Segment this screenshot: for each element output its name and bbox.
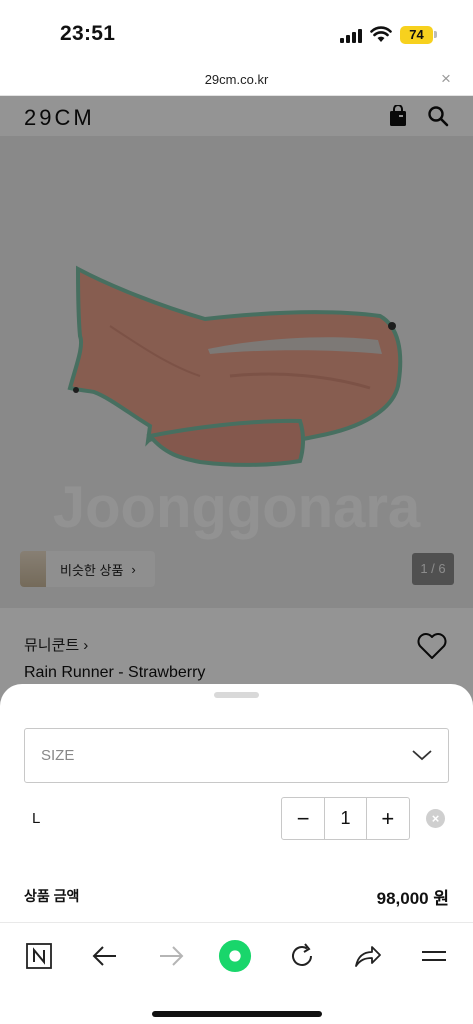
price-value: 98,000 원 — [376, 889, 449, 908]
url-text[interactable]: 29cm.co.kr — [0, 72, 473, 87]
decrease-quantity-button[interactable]: − — [282, 798, 324, 839]
battery-tip — [434, 31, 437, 38]
sheet-drag-handle[interactable] — [214, 692, 259, 698]
remove-option-button[interactable]: × — [426, 809, 445, 828]
close-url-icon[interactable]: × — [441, 69, 451, 89]
size-select[interactable]: SIZE — [24, 728, 449, 783]
chevron-down-icon — [412, 750, 432, 761]
browser-toolbar — [0, 922, 473, 1024]
forward-button[interactable] — [154, 939, 188, 973]
home-indicator[interactable] — [152, 1011, 322, 1017]
naver-n-icon — [26, 943, 52, 969]
arrow-right-icon — [160, 946, 184, 966]
naver-home-button[interactable] — [22, 939, 56, 973]
selected-option-name: L — [32, 810, 41, 827]
reload-button[interactable] — [285, 939, 319, 973]
share-button[interactable] — [351, 939, 385, 973]
wifi-icon — [370, 26, 392, 42]
menu-button[interactable] — [417, 939, 451, 973]
green-dot-button[interactable] — [218, 939, 252, 973]
browser-url-bar[interactable]: 29cm.co.kr × — [0, 62, 473, 96]
green-dot-icon — [218, 939, 252, 973]
price-label: 상품 금액 — [24, 888, 80, 904]
battery-indicator: 74 — [400, 26, 433, 44]
size-select-placeholder: SIZE — [41, 747, 75, 764]
increase-quantity-button[interactable]: + — [367, 798, 409, 839]
menu-icon — [422, 951, 446, 961]
reload-icon — [292, 943, 312, 966]
arrow-left-icon — [92, 946, 116, 966]
status-time: 23:51 — [60, 22, 116, 45]
back-button[interactable] — [88, 939, 122, 973]
share-arrow-icon — [355, 946, 381, 967]
quantity-stepper: − 1 + — [281, 797, 410, 840]
status-bar: 23:51 74 — [0, 0, 473, 62]
quantity-value[interactable]: 1 — [324, 798, 367, 839]
cellular-signal-icon — [340, 28, 362, 43]
